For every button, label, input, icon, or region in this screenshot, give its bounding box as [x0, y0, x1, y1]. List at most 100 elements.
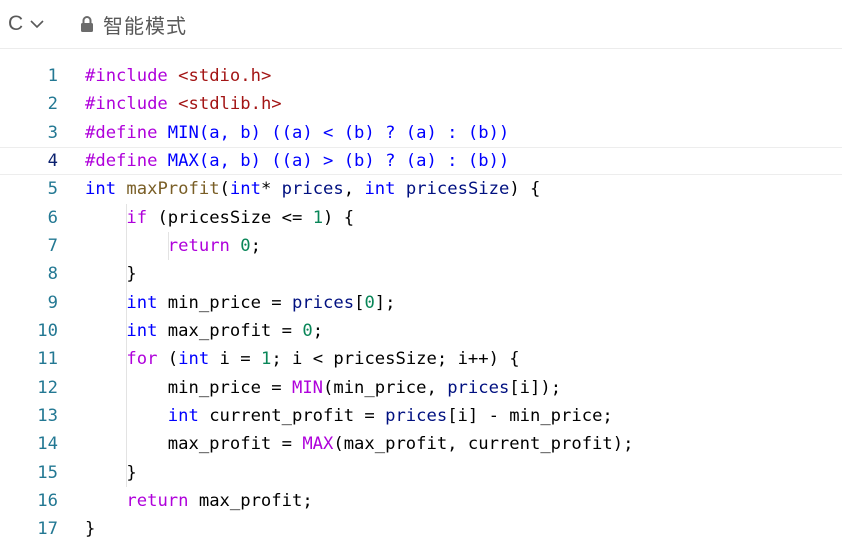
line-number: 9 [47, 292, 58, 313]
line-number: 10 [37, 320, 58, 341]
code-token: i = [209, 349, 261, 370]
code-text: max_profit = MAX(max_profit, current_pro… [85, 430, 634, 458]
code-token: ( [219, 179, 230, 200]
code-line[interactable]: 2 #include <stdlib.h> [0, 90, 842, 118]
editor-toolbar: C 智能模式 [0, 0, 842, 49]
code-token: int [126, 292, 158, 313]
code-line[interactable]: 5 int maxProfit(int* prices, int pricesSi… [0, 175, 842, 203]
smart-mode-toggle[interactable]: 智能模式 [80, 8, 187, 40]
code-token: maxProfit [126, 179, 220, 200]
code-editor[interactable]: 1 #include <stdio.h> 2 #include <stdlib.h> 3… [0, 62, 842, 544]
line-number: 15 [37, 462, 58, 483]
indent-guide [167, 231, 169, 261]
code-text: #define MIN(a, b) ((a) < (b) ? (a) : (b)… [85, 119, 509, 147]
code-token: } [85, 462, 137, 483]
line-number: 14 [37, 434, 58, 455]
code-token: prices [281, 179, 344, 200]
language-selector[interactable]: C [8, 8, 45, 40]
code-token: } [85, 264, 137, 285]
code-text: for (int i = 1; i < pricesSize; i++) { [85, 345, 520, 373]
indent-guide [126, 203, 128, 487]
code-token: int [364, 179, 396, 200]
code-token: pricesSize [405, 179, 510, 200]
code-token: ) { [509, 179, 541, 200]
code-token: [ [354, 292, 365, 313]
code-text: return 0; [85, 232, 261, 260]
code-token: ) { [323, 207, 355, 228]
code-token: } [85, 519, 96, 540]
code-token: MIN(a, b) ((a) < (b) ? (a) : (b)) [167, 122, 510, 143]
code-token: return [167, 235, 230, 256]
code-token: return [126, 490, 189, 511]
code-token: if [126, 207, 148, 228]
code-token: #include [85, 66, 168, 86]
line-number: 5 [47, 179, 58, 200]
line-number: 12 [37, 377, 58, 398]
code-token: int [167, 405, 199, 426]
line-number: 7 [47, 235, 58, 256]
code-token: min_price = [157, 292, 292, 313]
code-line[interactable]: 3 #define MIN(a, b) ((a) < (b) ? (a) : (b… [0, 119, 842, 147]
line-number: 1 [47, 66, 58, 86]
code-token: #include [85, 94, 168, 115]
code-line[interactable]: 1 #include <stdio.h> [0, 62, 842, 90]
code-text: #include <stdlib.h> [85, 90, 282, 118]
code-token: (min_price, [323, 377, 448, 398]
code-text: } [85, 260, 137, 288]
code-token: [i] - min_price; [447, 405, 613, 426]
code-token: ; i < pricesSize; i++) { [271, 349, 520, 370]
code-text: #include <stdio.h> [85, 62, 271, 90]
line-number: 6 [47, 207, 58, 228]
line-number: 13 [37, 405, 58, 426]
code-line[interactable]: 17} [0, 515, 842, 543]
lock-icon [81, 16, 93, 32]
code-line[interactable]: 4 #define MAX(a, b) ((a) > (b) ? (a) : (b… [0, 146, 842, 176]
code-token: prices [447, 377, 510, 398]
code-token: (max_profit, current_profit); [333, 434, 634, 455]
code-token: #define [85, 150, 158, 171]
code-text: if (pricesSize <= 1) { [85, 204, 354, 232]
code-token: min_price = [85, 377, 292, 398]
code-token: 1 [260, 349, 272, 370]
code-token: 0 [364, 292, 375, 313]
line-number: 2 [47, 94, 58, 115]
code-text: } [85, 459, 137, 487]
code-text: min_price = MIN(min_price, prices[i]); [85, 374, 561, 402]
code-token: ]; [374, 292, 396, 313]
code-text: } [85, 515, 95, 543]
code-token: max_profit = [157, 320, 303, 341]
code-token: max_profit = [85, 434, 303, 455]
line-number: 3 [47, 122, 58, 143]
code-token: for [126, 349, 158, 370]
code-text: int maxProfit(int* prices, int pricesSiz… [85, 175, 540, 203]
code-token: int [178, 349, 210, 370]
code-token: int [85, 179, 117, 200]
code-text: return max_profit; [85, 487, 312, 515]
code-token: MIN [291, 377, 324, 398]
code-text: int min_price = prices[0]; [85, 289, 396, 317]
mode-label: 智能模式 [103, 13, 187, 38]
code-token: <stdio.h> [178, 66, 272, 86]
line-number: 11 [37, 349, 58, 370]
code-line[interactable]: 16 return max_profit; [0, 487, 842, 515]
code-token: 0 [302, 320, 313, 341]
language-label: C [8, 12, 24, 35]
code-token: prices [291, 292, 355, 313]
line-number: 8 [47, 264, 58, 285]
code-token: MAX [302, 434, 334, 455]
code-token: ( [157, 349, 179, 370]
line-number: 4 [47, 150, 58, 171]
code-token: 1 [312, 207, 324, 228]
code-token: 0 [240, 235, 251, 256]
